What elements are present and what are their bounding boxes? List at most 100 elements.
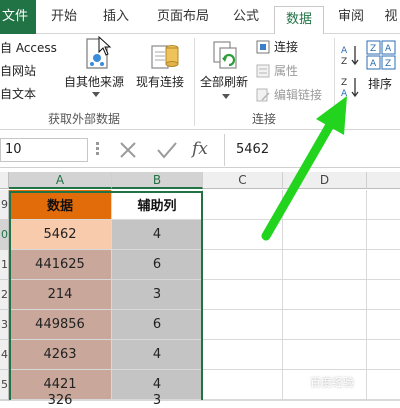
empty-cell[interactable] (203, 340, 283, 370)
cancel-icon[interactable] (118, 140, 138, 160)
from-web-button[interactable]: 自网站 (0, 63, 36, 79)
empty-cell[interactable] (367, 400, 400, 401)
helper-cell[interactable]: 4 (112, 340, 203, 370)
formula-bar: 10 fx 5462 (0, 132, 400, 168)
empty-cell[interactable] (283, 280, 367, 310)
svg-text:A: A (370, 59, 377, 69)
edit-links-icon (256, 88, 270, 102)
insert-function-button[interactable]: fx (192, 136, 218, 162)
tab-review[interactable]: 审阅 (332, 0, 370, 34)
mouse-cursor-icon (98, 36, 112, 56)
tab-home[interactable]: 开始 (44, 0, 84, 34)
from-text-button[interactable]: 自文本 (0, 86, 36, 102)
group-divider (194, 38, 195, 126)
tab-view[interactable]: 视 (382, 0, 400, 34)
sort-button[interactable]: Z A A Z 排序 (364, 38, 398, 96)
empty-cell[interactable] (283, 220, 367, 250)
helper-cell[interactable]: 3 (112, 280, 203, 310)
data-cell[interactable]: 449856 (9, 310, 112, 340)
connections-group-title: 连接 (252, 112, 277, 126)
connections-button[interactable]: 连接 (256, 38, 336, 56)
empty-cell[interactable] (367, 280, 400, 310)
svg-text:A: A (341, 89, 348, 98)
header-cell-helper[interactable]: 辅助列 (112, 190, 203, 220)
empty-cell[interactable] (203, 220, 283, 250)
empty-cell[interactable] (203, 310, 283, 340)
edit-links-button[interactable]: 编辑链接 (256, 86, 336, 104)
properties-button[interactable]: 属性 (256, 62, 336, 80)
sort-za-icon: Z A (341, 78, 359, 99)
row-header[interactable]: 9 (0, 190, 9, 220)
edit-links-label: 编辑链接 (274, 88, 323, 102)
row-header[interactable]: 4 (0, 340, 9, 370)
select-all-corner[interactable] (0, 172, 9, 189)
column-header-c[interactable]: C (203, 172, 283, 189)
from-other-sources-button[interactable]: 自其他来源 (64, 36, 128, 102)
empty-cell[interactable] (283, 310, 367, 340)
chevron-down-icon (92, 92, 100, 97)
empty-cell[interactable] (203, 370, 283, 400)
empty-cell[interactable] (367, 310, 400, 340)
formula-bar-grip[interactable] (96, 140, 99, 160)
empty-cell[interactable] (283, 400, 367, 401)
row-header[interactable]: 3 (0, 310, 9, 340)
tab-page-layout[interactable]: 页面布局 (148, 0, 218, 34)
sort-ascending-button[interactable]: A Z (340, 44, 360, 67)
data-cell[interactable]: 4263 (9, 340, 112, 370)
sort-descending-button[interactable]: Z A (340, 76, 360, 99)
helper-cell[interactable]: 6 (112, 250, 203, 280)
svg-text:Z: Z (341, 57, 347, 66)
from-access-button[interactable]: 自 Access (0, 40, 57, 56)
helper-cell[interactable]: 3 (112, 393, 203, 408)
existing-connections-icon (151, 45, 179, 69)
svg-text:A: A (385, 44, 392, 54)
enter-check-icon[interactable] (156, 140, 178, 160)
empty-cell[interactable] (367, 250, 400, 280)
tab-insert[interactable]: 插入 (98, 0, 134, 34)
properties-icon (256, 64, 270, 78)
connections-icon (256, 40, 270, 54)
empty-cell[interactable] (283, 250, 367, 280)
row-header[interactable]: 1 (0, 250, 9, 280)
empty-cell[interactable] (367, 220, 400, 250)
data-cell[interactable]: 326 (9, 393, 112, 408)
tab-file[interactable]: 文件 (0, 0, 36, 34)
helper-cell[interactable]: 4 (112, 220, 203, 250)
tab-formulas[interactable]: 公式 (226, 0, 266, 34)
empty-cell[interactable] (367, 340, 400, 370)
column-header-e[interactable] (367, 172, 400, 189)
watermark: 百度经验 (310, 376, 354, 389)
name-box[interactable]: 10 (0, 138, 88, 162)
svg-text:Z: Z (385, 59, 391, 69)
empty-cell[interactable] (203, 400, 283, 401)
data-cell[interactable]: 214 (9, 280, 112, 310)
active-cell[interactable]: 5462 (9, 220, 112, 250)
data-cell[interactable]: 441625 (9, 250, 112, 280)
row-header[interactable]: 5 (0, 370, 9, 400)
empty-cell[interactable] (283, 340, 367, 370)
empty-cell[interactable] (203, 190, 283, 220)
ribbon: 自 Access 自网站 自文本 自其他来源 现有连接 获取外部数据 全部刷新 … (0, 34, 400, 130)
row-header[interactable]: 6 (0, 400, 9, 401)
helper-cell[interactable]: 6 (112, 310, 203, 340)
header-cell-data[interactable]: 数据 (9, 190, 112, 220)
tab-data[interactable]: 数据 (274, 6, 324, 35)
sort-dialog-icon: Z A A Z (366, 40, 396, 70)
empty-cell[interactable] (203, 250, 283, 280)
refresh-all-button[interactable]: 全部刷新 (198, 36, 254, 106)
column-header-d[interactable]: D (283, 172, 367, 189)
properties-label: 属性 (274, 64, 299, 78)
existing-connections-button[interactable]: 现有连接 (136, 36, 192, 102)
formula-input[interactable]: 5462 (236, 138, 400, 162)
column-header-a[interactable]: A (9, 172, 112, 189)
empty-cell[interactable] (367, 190, 400, 220)
from-other-sources-label: 自其他来源 (64, 75, 125, 89)
refresh-icon (213, 41, 237, 69)
empty-cell[interactable] (203, 280, 283, 310)
empty-cell[interactable] (367, 370, 400, 400)
row-header[interactable]: 2 (0, 280, 9, 310)
svg-text:Z: Z (341, 78, 347, 88)
column-header-b[interactable]: B (112, 172, 203, 189)
empty-cell[interactable] (283, 190, 367, 220)
row-header[interactable]: 0 (0, 220, 9, 250)
